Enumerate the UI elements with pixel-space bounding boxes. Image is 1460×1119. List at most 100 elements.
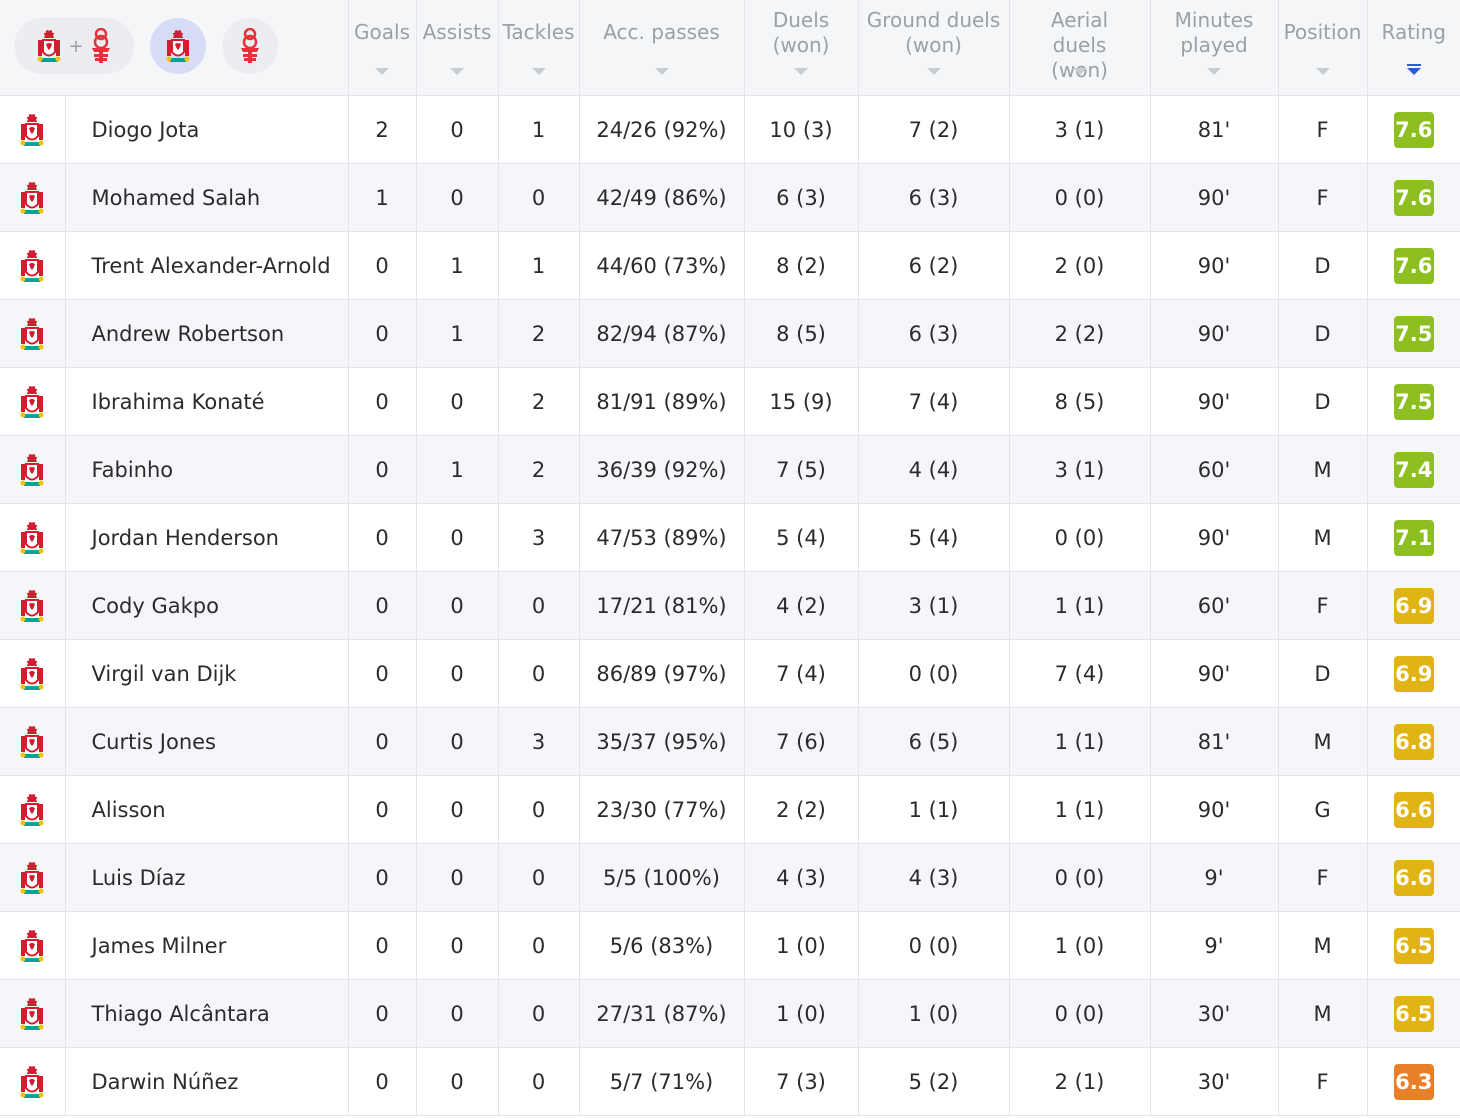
acc-passes-cell: 82/94 (87%) — [579, 299, 745, 368]
aerial-duels-cell: 2 (1) — [1009, 1047, 1151, 1116]
column-header-label: Assists — [422, 20, 492, 44]
filter-both-teams-button[interactable]: + — [14, 18, 134, 74]
player-row[interactable]: Darwin Núñez 0 0 0 5/7 (71%) 7 (3) 5 (2)… — [0, 1047, 1460, 1116]
sort-caret-icon — [1207, 68, 1221, 75]
acc-passes-cell: 86/89 (97%) — [579, 639, 745, 708]
column-header-ground-duels[interactable]: Ground duels (won) — [858, 0, 1010, 96]
acc-passes-cell: 36/39 (92%) — [579, 435, 745, 504]
player-row[interactable]: Ibrahima Konaté 0 0 2 81/91 (89%) 15 (9)… — [0, 367, 1460, 436]
column-header-acc-passes[interactable]: Acc. passes — [579, 0, 745, 96]
position-cell: D — [1278, 639, 1368, 708]
player-name[interactable]: Jordan Henderson — [65, 503, 349, 572]
forest-crest-icon — [91, 28, 110, 63]
player-name[interactable]: Virgil van Dijk — [65, 639, 349, 708]
tackles-cell: 0 — [498, 571, 580, 640]
player-name[interactable]: Mohamed Salah — [65, 163, 349, 232]
player-row[interactable]: Thiago Alcântara 0 0 0 27/31 (87%) 1 (0)… — [0, 979, 1460, 1048]
goals-cell: 0 — [348, 843, 417, 912]
player-row[interactable]: Virgil van Dijk 0 0 0 86/89 (97%) 7 (4) … — [0, 639, 1460, 708]
position-cell: M — [1278, 707, 1368, 776]
aerial-duels-cell: 0 (0) — [1009, 843, 1151, 912]
duels-cell: 2 (2) — [744, 775, 859, 844]
acc-passes-cell: 44/60 (73%) — [579, 231, 745, 300]
player-row[interactable]: Luis Díaz 0 0 0 5/5 (100%) 4 (3) 4 (3) 0… — [0, 843, 1460, 912]
filter-liverpool-button[interactable] — [150, 18, 206, 74]
team-crest-cell — [0, 163, 66, 232]
assists-cell: 0 — [416, 979, 499, 1048]
rating-cell: 7.6 — [1367, 231, 1460, 300]
player-name[interactable]: Thiago Alcântara — [65, 979, 349, 1048]
rating-cell: 6.8 — [1367, 707, 1460, 776]
team-crest-cell — [0, 1047, 66, 1116]
sort-descending-icon — [1406, 64, 1421, 75]
assists-cell: 0 — [416, 503, 499, 572]
ground-duels-cell: 6 (5) — [858, 707, 1010, 776]
player-row[interactable]: James Milner 0 0 0 5/6 (83%) 1 (0) 0 (0)… — [0, 911, 1460, 980]
player-name[interactable]: Diogo Jota — [65, 95, 349, 164]
ground-duels-cell: 3 (1) — [858, 571, 1010, 640]
acc-passes-cell: 24/26 (92%) — [579, 95, 745, 164]
player-name[interactable]: Cody Gakpo — [65, 571, 349, 640]
plus-separator: + — [68, 35, 84, 57]
player-row[interactable]: Diogo Jota 2 0 1 24/26 (92%) 10 (3) 7 (2… — [0, 95, 1460, 164]
duels-cell: 6 (3) — [744, 163, 859, 232]
column-header-goals[interactable]: Goals — [348, 0, 417, 96]
player-row[interactable]: Cody Gakpo 0 0 0 17/21 (81%) 4 (2) 3 (1)… — [0, 571, 1460, 640]
assists-cell: 0 — [416, 163, 499, 232]
player-name[interactable]: Curtis Jones — [65, 707, 349, 776]
team-crest-cell — [0, 435, 66, 504]
rating-badge: 6.8 — [1393, 723, 1434, 760]
column-header-tackles[interactable]: Tackles — [498, 0, 580, 96]
player-row[interactable]: Trent Alexander-Arnold 0 1 1 44/60 (73%)… — [0, 231, 1460, 300]
rating-badge: 6.3 — [1393, 1063, 1434, 1100]
player-name[interactable]: Alisson — [65, 775, 349, 844]
assists-cell: 0 — [416, 775, 499, 844]
filter-forest-button[interactable] — [222, 18, 278, 74]
column-header-minutes-played[interactable]: Minutes played — [1150, 0, 1279, 96]
tackles-cell: 0 — [498, 911, 580, 980]
rating-cell: 6.3 — [1367, 1047, 1460, 1116]
column-header-rating[interactable]: Rating — [1367, 0, 1460, 96]
player-row[interactable]: Mohamed Salah 1 0 0 42/49 (86%) 6 (3) 6 … — [0, 163, 1460, 232]
ground-duels-cell: 7 (4) — [858, 367, 1010, 436]
forest-crest-icon — [241, 28, 259, 63]
team-filter-cell: + — [0, 0, 349, 96]
duels-cell: 15 (9) — [744, 367, 859, 436]
aerial-duels-cell: 0 (0) — [1009, 503, 1151, 572]
player-row[interactable]: Alisson 0 0 0 23/30 (77%) 2 (2) 1 (1) 1 … — [0, 775, 1460, 844]
player-name[interactable]: Andrew Robertson — [65, 299, 349, 368]
rating-badge: 7.5 — [1393, 383, 1434, 420]
column-header-duels[interactable]: Duels (won) — [744, 0, 859, 96]
minutes-played-cell: 90' — [1150, 775, 1279, 844]
rating-badge: 7.1 — [1393, 519, 1434, 556]
column-header-label: Acc. passes — [603, 20, 720, 44]
column-header-position[interactable]: Position — [1278, 0, 1368, 96]
player-row[interactable]: Jordan Henderson 0 0 3 47/53 (89%) 5 (4)… — [0, 503, 1460, 572]
liverpool-crest-icon — [20, 793, 44, 826]
player-row[interactable]: Curtis Jones 0 0 3 35/37 (95%) 7 (6) 6 (… — [0, 707, 1460, 776]
tackles-cell: 2 — [498, 299, 580, 368]
rating-badge: 6.6 — [1393, 859, 1434, 896]
player-name[interactable]: Darwin Núñez — [65, 1047, 349, 1116]
goals-cell: 0 — [348, 1047, 417, 1116]
player-row[interactable]: Fabinho 0 1 2 36/39 (92%) 7 (5) 4 (4) 3 … — [0, 435, 1460, 504]
aerial-duels-cell: 1 (1) — [1009, 775, 1151, 844]
player-name[interactable]: Trent Alexander-Arnold — [65, 231, 349, 300]
sort-caret-icon — [531, 68, 546, 75]
player-name[interactable]: Luis Díaz — [65, 843, 349, 912]
minutes-played-cell: 90' — [1150, 163, 1279, 232]
ground-duels-cell: 1 (1) — [858, 775, 1010, 844]
player-name[interactable]: James Milner — [65, 911, 349, 980]
rating-cell: 6.5 — [1367, 911, 1460, 980]
aerial-duels-cell: 0 (0) — [1009, 979, 1151, 1048]
player-row[interactable]: Andrew Robertson 0 1 2 82/94 (87%) 8 (5)… — [0, 299, 1460, 368]
player-name[interactable]: Fabinho — [65, 435, 349, 504]
player-name[interactable]: Ibrahima Konaté — [65, 367, 349, 436]
duels-cell: 5 (4) — [744, 503, 859, 572]
column-header-aerial-duels[interactable]: Aerial duels (won) — [1009, 0, 1151, 96]
team-crest-cell — [0, 843, 66, 912]
column-header-assists[interactable]: Assists — [416, 0, 499, 96]
acc-passes-cell: 5/6 (83%) — [579, 911, 745, 980]
tackles-cell: 2 — [498, 435, 580, 504]
duels-cell: 7 (3) — [744, 1047, 859, 1116]
